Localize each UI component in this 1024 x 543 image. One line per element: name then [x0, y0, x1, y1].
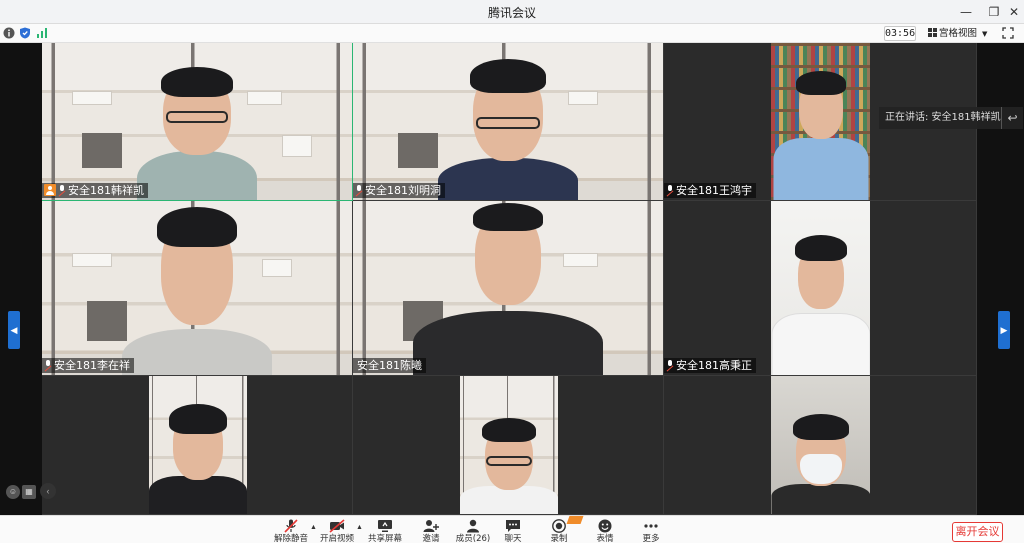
video-tile[interactable]: [664, 376, 977, 515]
participant-name-label: 安全181韩祥凯: [42, 183, 148, 198]
video-feed: [771, 201, 870, 375]
info-icon[interactable]: [3, 27, 15, 39]
video-feed: [771, 43, 870, 200]
mic-muted-icon: [666, 185, 674, 195]
view-layout-button[interactable]: 宫格视图 ▼: [928, 26, 987, 41]
video-stage: 安全181韩祥凯 安全181刘明洞 安全181王鸿宇 安全181李在祥 安全18…: [0, 43, 1024, 515]
gallery-grid: 安全181韩祥凯 安全181刘明洞 安全181王鸿宇 安全181李在祥 安全18…: [42, 43, 977, 515]
mic-muted-icon: [284, 519, 298, 533]
leave-meeting-button[interactable]: 离开会议: [952, 522, 1003, 542]
record-icon: [552, 519, 566, 533]
new-badge: [566, 516, 584, 524]
next-page-button[interactable]: ▶: [998, 311, 1010, 349]
meeting-toolbar: 解除静音 ▲ 开启视频 ▲ 共享屏幕 邀请 成员(26) 聊天 录制 表情 更多…: [0, 515, 1024, 543]
video-tile[interactable]: 安全181刘明洞: [353, 43, 664, 201]
fullscreen-icon[interactable]: [1002, 27, 1014, 39]
participant-name-label: 安全181刘明洞: [353, 183, 445, 198]
minimize-icon[interactable]: —: [957, 3, 975, 21]
window-title: 腾讯会议: [487, 6, 536, 20]
view-label: 宫格视图: [939, 28, 978, 39]
mic-muted-icon: [44, 360, 52, 370]
keyboard-icon[interactable]: ▦: [22, 485, 36, 499]
mood-icon[interactable]: ☺: [6, 485, 20, 499]
chevron-right-icon: ▶: [1000, 325, 1008, 335]
screen-share-icon: [378, 520, 392, 532]
grid-view-icon: [928, 28, 937, 37]
chevron-up-icon[interactable]: ▲: [310, 524, 317, 531]
chevron-up-icon[interactable]: ▲: [356, 524, 363, 531]
collapse-button[interactable]: ‹: [40, 483, 56, 499]
chevron-left-icon: ◀: [10, 325, 18, 335]
restore-icon[interactable]: ❐: [985, 3, 1003, 21]
video-tile[interactable]: 安全181陈曦: [353, 201, 664, 376]
video-feed: [42, 201, 352, 375]
video-tile[interactable]: [42, 376, 353, 515]
video-feed: [771, 376, 870, 514]
chevron-down-icon: ▼: [982, 30, 988, 38]
smile-icon: [598, 519, 612, 533]
video-feed: [460, 376, 558, 514]
chat-icon: [506, 520, 520, 532]
add-user-icon: [423, 520, 439, 532]
host-icon: [44, 184, 56, 196]
meeting-timer: 03:56: [884, 26, 916, 41]
invite-button[interactable]: 邀请: [412, 519, 450, 543]
participant-name-label: 安全181高秉正: [664, 358, 756, 373]
signal-icon[interactable]: [36, 27, 48, 39]
participant-name-label: 安全181王鸿宇: [664, 183, 756, 198]
mic-muted-icon: [355, 185, 363, 195]
members-button[interactable]: 成员(26): [454, 519, 492, 543]
reply-arrow-icon[interactable]: ↩: [1001, 107, 1023, 129]
close-icon[interactable]: ✕: [1005, 3, 1023, 21]
shield-icon[interactable]: [19, 27, 31, 39]
emoji-button[interactable]: 表情: [586, 519, 624, 543]
video-tile[interactable]: 安全181李在祥: [42, 201, 353, 376]
mic-muted-icon: [58, 185, 66, 195]
active-speaker-label: 正在讲话: 安全181韩祥凯: [885, 112, 1001, 123]
previous-page-button[interactable]: ◀: [8, 311, 20, 349]
title-bar: 腾讯会议 — ❐ ✕: [0, 0, 1024, 24]
status-bar: 03:56 宫格视图 ▼: [0, 24, 1024, 43]
share-screen-button[interactable]: 共享屏幕: [366, 519, 404, 543]
participant-name-label: 安全181李在祥: [42, 358, 134, 373]
chat-button[interactable]: 聊天: [494, 519, 532, 543]
camera-off-icon: [329, 519, 345, 533]
active-speaker-banner: 正在讲话: 安全181韩祥凯 ↩: [879, 107, 1023, 129]
start-video-button[interactable]: 开启视频: [318, 519, 356, 543]
video-tile[interactable]: [353, 376, 664, 515]
video-feed: [42, 43, 352, 200]
unmute-button[interactable]: 解除静音: [272, 519, 310, 543]
video-feed: [353, 43, 663, 200]
video-tile[interactable]: 安全181高秉正: [664, 201, 977, 376]
more-button[interactable]: 更多: [632, 519, 670, 543]
video-tile[interactable]: 安全181韩祥凯: [42, 43, 353, 201]
mic-muted-icon: [666, 360, 674, 370]
video-feed: [149, 376, 247, 514]
chevron-left-icon: ‹: [46, 486, 50, 496]
user-icon: [467, 519, 479, 533]
participant-name-label: 安全181陈曦: [353, 358, 426, 373]
more-icon: [644, 524, 658, 528]
video-feed: [353, 201, 663, 375]
